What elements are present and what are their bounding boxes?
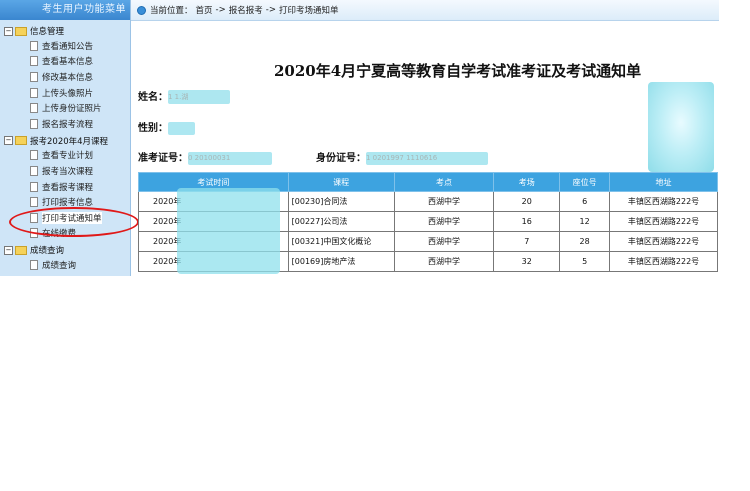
- document-icon: [30, 71, 38, 82]
- id-value: 1 0201997 1110616: [366, 151, 488, 165]
- document-icon: [30, 56, 38, 67]
- breadcrumb-level2: 打印考场通知单: [278, 6, 339, 16]
- gender-label: 性别：: [138, 123, 168, 134]
- ticket-value: 0 20100031: [188, 151, 272, 165]
- highlight-annotation: [9, 207, 139, 237]
- gender-field: 性别：: [138, 119, 195, 135]
- id-field: 身份证号：1 0201997 1110616: [316, 149, 488, 165]
- column-header: 座位号: [559, 172, 611, 192]
- menu-group-label: 成绩查询: [30, 246, 65, 257]
- cell-seat: 6: [559, 191, 611, 212]
- cell-room: 7: [493, 231, 561, 252]
- sidebar-header: 考生用户功能菜单: [0, 0, 130, 20]
- document-icon: [30, 87, 38, 98]
- cell-address: 丰镇区西湖路222号: [609, 211, 718, 232]
- collapse-icon[interactable]: −: [4, 245, 13, 255]
- cell-room: 16: [493, 211, 561, 232]
- avatar-photo: [648, 82, 714, 172]
- cell-course: [00230]合同法: [287, 191, 395, 212]
- menu-item-label: 报名报考流程: [42, 119, 94, 130]
- menu-item-notices[interactable]: 查看通知公告: [0, 38, 130, 54]
- document-icon: [30, 103, 38, 114]
- menu-group-info[interactable]: − 信息管理: [0, 24, 130, 38]
- menu-item-upload-id[interactable]: 上传身份证照片: [0, 100, 130, 116]
- breadcrumb-prefix: 当前位置：: [150, 6, 193, 16]
- document-icon: [30, 259, 38, 270]
- document-icon: [30, 40, 38, 51]
- cell-seat: 12: [559, 211, 611, 232]
- document-icon: [30, 165, 38, 176]
- cell-course: [00321]中国文化概论: [287, 231, 395, 252]
- menu-item-label: 报考当次课程: [42, 166, 94, 177]
- cell-room: 32: [493, 251, 561, 272]
- menu-group-exam[interactable]: − 报考2020年4月课程: [0, 134, 130, 148]
- folder-icon: [15, 245, 27, 255]
- document-icon: [30, 118, 38, 129]
- breadcrumb: 当前位置： 首页 -> 报名报考 -> 打印考场通知单: [131, 0, 719, 21]
- breadcrumb-separator: ->: [265, 5, 276, 15]
- name-label: 姓名：: [138, 92, 168, 103]
- menu-item-register-course[interactable]: 报考当次课程: [0, 163, 130, 179]
- menu-item-plan[interactable]: 查看专业计划: [0, 148, 130, 164]
- menu-item-score-query[interactable]: 成绩查询: [0, 257, 130, 273]
- name-value: 1 1.湖: [168, 90, 230, 104]
- location-icon: [137, 5, 146, 15]
- redaction-overlay: [177, 188, 280, 274]
- menu-item-label: 上传头像照片: [42, 88, 94, 99]
- cell-site: 西湖中学: [393, 251, 495, 272]
- document-icon: [30, 150, 38, 161]
- menu-item-basic-info[interactable]: 查看基本信息: [0, 54, 130, 70]
- column-header: 考场: [493, 172, 561, 192]
- cell-course: [00227]公司法: [287, 211, 395, 232]
- cell-site: 西湖中学: [393, 231, 495, 252]
- cell-address: 丰镇区西湖路222号: [609, 231, 718, 252]
- folder-icon: [15, 26, 27, 36]
- id-label: 身份证号：: [316, 153, 366, 164]
- ticket-field: 准考证号：0 20100031: [138, 149, 272, 165]
- menu-item-label: 成绩查询: [42, 260, 77, 271]
- menu-item-label: 查看通知公告: [42, 41, 94, 52]
- menu-group-label: 报考2020年4月课程: [30, 136, 109, 147]
- column-header: 考点: [393, 172, 495, 192]
- menu-item-edit-info[interactable]: 修改基本信息: [0, 69, 130, 85]
- document-icon: [30, 181, 38, 192]
- cell-room: 20: [493, 191, 561, 212]
- breadcrumb-level1[interactable]: 报名报考: [229, 4, 263, 16]
- cell-course: [00169]房地产法: [287, 251, 395, 272]
- column-header: 地址: [609, 172, 718, 192]
- menu-item-label: 修改基本信息: [42, 72, 94, 83]
- cell-site: 西湖中学: [393, 211, 495, 232]
- page-title: 2020年4月宁夏高等教育自学考试准考证及考试通知单: [274, 62, 642, 80]
- menu-item-upload-photo[interactable]: 上传头像照片: [0, 85, 130, 101]
- folder-icon: [15, 136, 27, 146]
- cell-address: 丰镇区西湖路222号: [609, 251, 718, 272]
- cell-seat: 5: [559, 251, 611, 272]
- breadcrumb-home[interactable]: 首页: [196, 4, 213, 16]
- menu-item-process[interactable]: 报名报考流程: [0, 116, 130, 132]
- collapse-icon[interactable]: −: [4, 136, 13, 146]
- gender-value: [168, 121, 195, 135]
- ticket-label: 准考证号：: [138, 153, 188, 164]
- collapse-icon[interactable]: −: [4, 26, 13, 36]
- column-header: 课程: [287, 172, 395, 192]
- menu-item-label: 上传身份证照片: [42, 104, 102, 115]
- menu-group-scores[interactable]: − 成绩查询: [0, 243, 130, 257]
- cell-seat: 28: [559, 231, 611, 252]
- menu-item-label: 查看基本信息: [42, 57, 94, 68]
- cell-address: 丰镇区西湖路222号: [609, 191, 718, 212]
- menu-item-label: 查看报考课程: [42, 182, 94, 193]
- cell-site: 西湖中学: [393, 191, 495, 212]
- name-field: 姓名：1 1.湖: [138, 88, 230, 104]
- menu-item-view-courses[interactable]: 查看报考课程: [0, 179, 130, 195]
- breadcrumb-separator: ->: [215, 5, 226, 15]
- menu-group-label: 信息管理: [30, 27, 65, 37]
- document-icon: [30, 197, 38, 208]
- menu-item-label: 查看专业计划: [42, 151, 94, 162]
